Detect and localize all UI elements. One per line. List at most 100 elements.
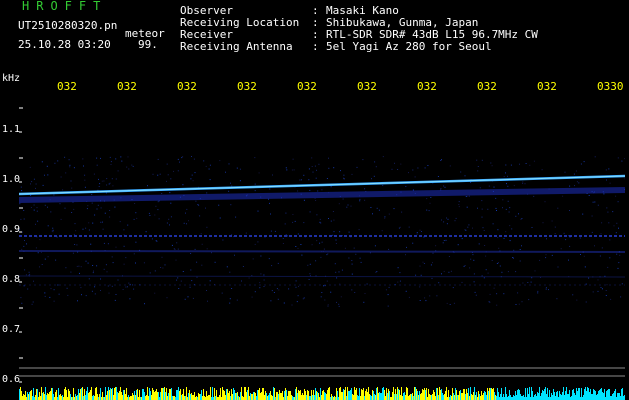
noise-speckle	[66, 287, 68, 289]
baseline-bar	[180, 389, 181, 400]
noise-speckle	[259, 282, 261, 284]
noise-speckle	[189, 286, 191, 288]
baseline-bar	[69, 391, 70, 400]
baseline-bar	[474, 387, 475, 400]
baseline-bar	[552, 395, 553, 400]
baseline-bar	[281, 393, 282, 400]
noise-speckle	[510, 164, 512, 166]
noise-speckle	[335, 243, 337, 244]
baseline-bar	[415, 387, 416, 400]
baseline-bar	[105, 387, 106, 400]
baseline-bar	[310, 396, 311, 400]
freq-label: 0.8	[2, 274, 21, 285]
noise-speckle	[569, 245, 571, 247]
noise-speckle	[254, 243, 256, 245]
noise-speckle	[28, 271, 30, 273]
baseline-bar	[30, 391, 31, 400]
noise-speckle	[222, 239, 224, 241]
noise-speckle	[52, 229, 54, 231]
baseline-bar	[579, 388, 580, 400]
baseline-bar	[254, 392, 255, 400]
baseline-bar	[501, 388, 502, 400]
noise-speckle	[455, 217, 457, 219]
noise-speckle	[35, 183, 37, 185]
baseline-bar	[245, 387, 246, 400]
noise-speckle	[175, 259, 177, 261]
baseline-bar	[226, 389, 227, 400]
baseline-bar	[251, 394, 252, 400]
noise-speckle	[529, 164, 531, 166]
baseline-bar	[445, 391, 446, 400]
baseline-bar	[344, 390, 345, 400]
baseline-bar	[270, 391, 271, 400]
baseline-bar	[588, 388, 589, 400]
noise-speckle	[388, 286, 390, 288]
noise-speckle	[179, 161, 180, 163]
noise-speckle	[334, 263, 336, 265]
noise-speckle	[252, 258, 254, 260]
noise-speckle	[103, 268, 105, 270]
baseline-bar	[80, 389, 81, 400]
baseline-bar	[537, 392, 538, 400]
noise-speckle	[115, 246, 117, 248]
noise-speckle	[219, 217, 221, 219]
lower-reference-lines	[19, 367, 625, 377]
baseline-bar	[122, 395, 123, 400]
noise-speckle	[178, 288, 180, 289]
baseline-bar	[500, 394, 501, 400]
baseline-bar	[482, 395, 483, 400]
noise-speckle	[21, 248, 23, 250]
noise-speckle	[437, 176, 439, 177]
baseline-bar	[139, 390, 140, 400]
noise-speckle	[431, 277, 433, 279]
baseline-bar	[59, 395, 60, 400]
baseline-bar	[401, 387, 402, 400]
baseline-bar	[296, 387, 297, 400]
noise-speckle	[419, 229, 421, 231]
baseline-bar	[150, 391, 151, 400]
baseline-bar	[486, 395, 487, 400]
noise-speckle	[481, 216, 483, 218]
noise-speckle	[544, 201, 546, 203]
noise-speckle	[86, 208, 88, 210]
baseline-bar	[481, 391, 482, 400]
noise-speckle	[269, 202, 270, 204]
baseline-bar	[128, 395, 129, 400]
noise-speckle	[316, 214, 318, 216]
baseline-bar	[166, 388, 167, 400]
baseline-bar	[28, 394, 29, 400]
noise-speckle	[230, 182, 231, 184]
noise-speckle	[133, 253, 135, 255]
noise-speckle	[27, 288, 29, 290]
noise-speckle	[473, 281, 475, 283]
noise-speckle	[429, 202, 431, 204]
noise-speckle	[145, 231, 147, 233]
noise-speckle	[88, 278, 90, 280]
noise-speckle	[180, 280, 182, 282]
baseline-bar	[258, 390, 259, 400]
noise-speckle	[154, 214, 156, 216]
baseline-bar	[118, 393, 119, 400]
file-datetime: 25.10.28 03:20	[18, 38, 111, 51]
baseline-bar	[75, 394, 76, 400]
noise-speckle	[254, 291, 256, 293]
noise-speckle	[67, 294, 69, 296]
noise-speckle	[557, 266, 559, 268]
noise-speckle	[419, 265, 421, 267]
time-label: 0330	[597, 80, 624, 93]
baseline-bar	[444, 394, 445, 400]
baseline-bar	[432, 394, 433, 400]
noise-speckle	[44, 292, 46, 294]
noise-speckle	[387, 305, 389, 307]
noise-speckle	[430, 197, 432, 198]
baseline-bar	[549, 390, 550, 400]
baseline-bar	[380, 393, 381, 400]
noise-speckle	[157, 158, 159, 160]
noise-speckle	[188, 220, 189, 222]
noise-speckle	[387, 294, 389, 296]
noise-speckle	[52, 227, 54, 229]
noise-speckle	[270, 213, 271, 215]
noise-speckle	[208, 168, 210, 170]
noise-speckle	[449, 304, 451, 305]
noise-speckle	[360, 261, 362, 263]
